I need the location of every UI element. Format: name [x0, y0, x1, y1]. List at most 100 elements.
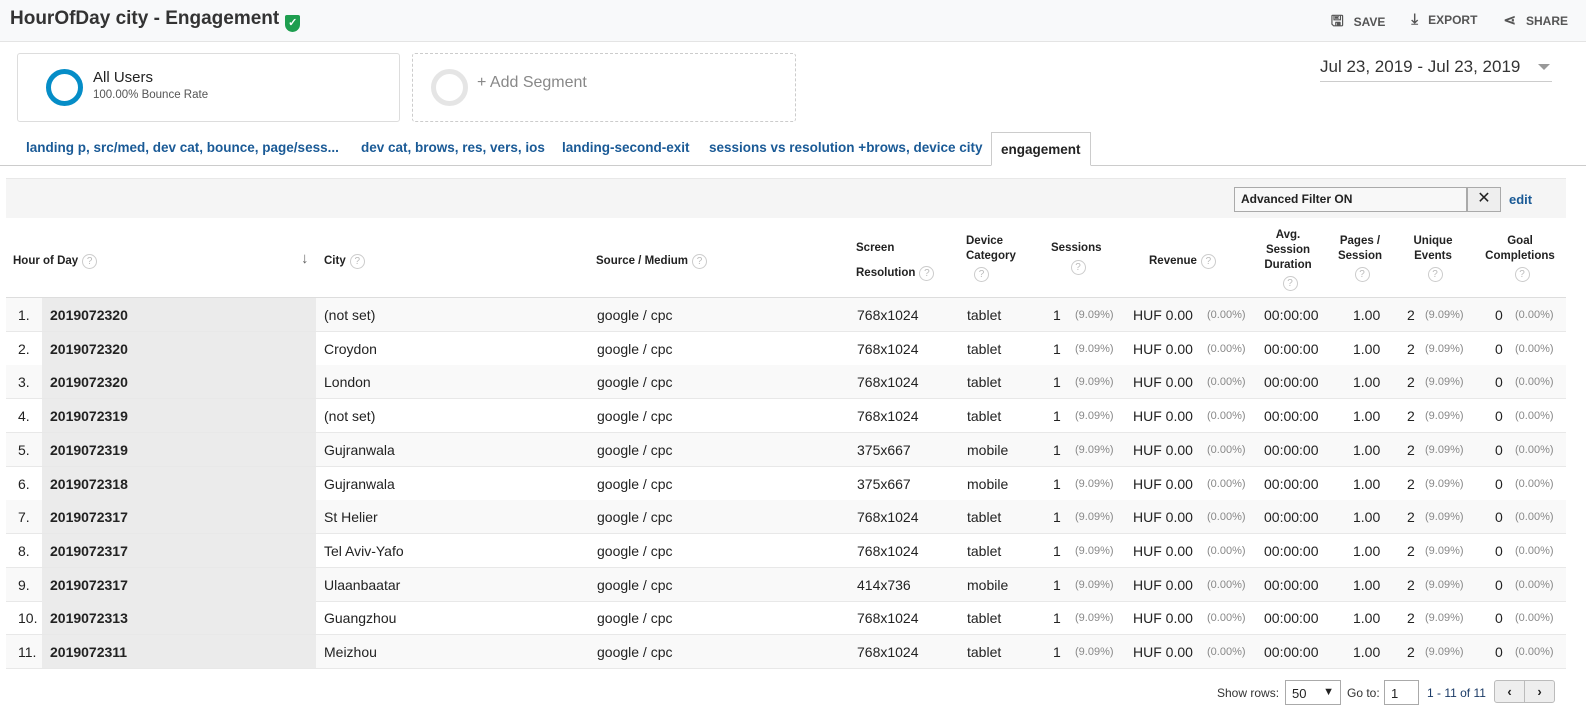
- hour-cell: 2019072317: [50, 509, 128, 526]
- advanced-filter-field[interactable]: Advanced Filter ON: [1234, 187, 1467, 212]
- city-cell[interactable]: (not set): [324, 307, 375, 323]
- revenue-pct: (0.00%): [1207, 544, 1246, 557]
- sessions-pct: (9.09%): [1075, 578, 1114, 591]
- city-cell[interactable]: Ulaanbaatar: [324, 577, 400, 593]
- show-rows-select[interactable]: 50 ▼: [1285, 680, 1341, 705]
- revenue-cell: HUF 0.00: [1133, 576, 1193, 593]
- hour-cell: 2019072319: [50, 441, 128, 458]
- show-rows-label: Show rows:: [1217, 686, 1280, 700]
- source-cell[interactable]: google / cpc: [597, 341, 673, 357]
- help-icon: ?: [1282, 276, 1298, 291]
- share-button[interactable]: ⋖ SHARE: [1503, 11, 1568, 36]
- source-cell[interactable]: google / cpc: [597, 509, 673, 525]
- unique-pct: (9.09%): [1425, 646, 1464, 658]
- city-cell[interactable]: St Helier: [324, 509, 378, 525]
- duration-cell: 00:00:00: [1264, 374, 1319, 391]
- device-cell: tablet: [967, 340, 1002, 357]
- help-icon: ?: [974, 267, 989, 282]
- download-icon: ⤓: [1411, 11, 1419, 28]
- tab-sessions-vs-resolution[interactable]: sessions vs resolution +brows, device ci…: [709, 140, 983, 155]
- source-cell[interactable]: google / cpc: [597, 476, 673, 492]
- clear-filter-button[interactable]: ✕: [1467, 187, 1501, 212]
- col-city[interactable]: City?: [324, 254, 365, 269]
- city-cell[interactable]: (not set): [324, 408, 375, 424]
- source-cell[interactable]: google / cpc: [597, 610, 673, 626]
- sessions-cell: 1: [1053, 475, 1061, 492]
- goto-page-input[interactable]: 1: [1384, 680, 1419, 705]
- city-cell[interactable]: Tel Aviv-Yafo: [324, 543, 404, 559]
- source-cell[interactable]: google / cpc: [597, 374, 673, 390]
- table-row: 2. 2019072320 Croydon google / cpc 768x1024 t…: [6, 331, 1566, 366]
- city-cell[interactable]: London: [324, 374, 371, 390]
- col-unique-events[interactable]: Unique Events?: [1408, 234, 1458, 282]
- empty-ring-icon: [431, 69, 468, 106]
- goal-pct: (0.00%): [1515, 646, 1554, 658]
- col-revenue[interactable]: Revenue?: [1149, 254, 1216, 269]
- unique-cell: 2: [1407, 542, 1415, 559]
- pages-cell: 1.00: [1353, 610, 1381, 627]
- prev-page-button[interactable]: ‹: [1495, 681, 1525, 702]
- sessions-pct: (9.09%): [1075, 410, 1114, 423]
- add-segment-button[interactable]: + Add Segment: [412, 53, 796, 122]
- col-sessions[interactable]: Sessions?: [1051, 241, 1102, 275]
- unique-cell: 2: [1407, 408, 1415, 425]
- revenue-cell: HUF 0.00: [1133, 644, 1193, 660]
- tab-dev-cat[interactable]: dev cat, brows, res, vers, ios: [361, 140, 545, 155]
- source-cell[interactable]: google / cpc: [597, 543, 673, 559]
- tab-landing[interactable]: landing p, src/med, dev cat, bounce, pag…: [26, 140, 339, 155]
- save-button[interactable]: 🖫 SAVE: [1331, 11, 1386, 36]
- duration-cell: 00:00:00: [1264, 340, 1319, 357]
- table-row: 6. 2019072318 Gujranwala google / cpc 375x66…: [6, 466, 1566, 501]
- col-screen-resolution[interactable]: Screen Resolution?: [856, 241, 935, 281]
- page-title: HourOfDay city - Engagement ✓: [10, 8, 301, 32]
- source-cell[interactable]: google / cpc: [597, 644, 673, 660]
- export-button[interactable]: ⤓ EXPORT: [1411, 11, 1477, 36]
- help-icon: ?: [919, 266, 935, 281]
- city-cell[interactable]: Croydon: [324, 341, 377, 357]
- unique-pct: (9.09%): [1425, 376, 1464, 389]
- source-cell[interactable]: google / cpc: [597, 307, 673, 323]
- sort-down-arrow-icon[interactable]: ↓: [301, 251, 309, 266]
- city-cell[interactable]: Gujranwala: [324, 476, 395, 492]
- screen-cell: 768x1024: [857, 374, 919, 391]
- date-range-picker[interactable]: Jul 23, 2019 - Jul 23, 2019: [1320, 57, 1552, 82]
- device-cell: mobile: [967, 576, 1009, 593]
- duration-cell: 00:00:00: [1264, 509, 1319, 526]
- city-cell[interactable]: Meizhou: [324, 644, 377, 660]
- city-cell[interactable]: Gujranwala: [324, 442, 395, 458]
- next-page-button[interactable]: ›: [1525, 681, 1554, 702]
- edit-filter-link[interactable]: edit: [1509, 192, 1532, 207]
- col-device-category[interactable]: Device Category?: [966, 234, 1016, 282]
- tab-landing-second-exit[interactable]: landing-second-exit: [562, 140, 690, 155]
- segment-all-users[interactable]: All Users 100.00% Bounce Rate: [17, 53, 400, 122]
- col-goal-completions[interactable]: Goal Completions?: [1478, 234, 1562, 282]
- revenue-pct: (0.00%): [1207, 578, 1246, 591]
- source-cell[interactable]: google / cpc: [597, 577, 673, 593]
- report-tabs: landing p, src/med, dev cat, bounce, pag…: [0, 132, 1586, 166]
- source-cell[interactable]: google / cpc: [597, 442, 673, 458]
- goal-pct: (0.00%): [1515, 511, 1554, 524]
- device-cell: tablet: [967, 610, 1002, 627]
- unique-pct: (9.09%): [1425, 511, 1464, 524]
- sessions-cell: 1: [1053, 441, 1061, 458]
- goal-pct: (0.00%): [1515, 544, 1554, 557]
- screen-cell: 768x1024: [857, 307, 919, 323]
- col-pages-session[interactable]: Pages / Session?: [1334, 234, 1386, 282]
- table-row: 1. 2019072320 (not set) google / cpc 768x102…: [6, 298, 1566, 332]
- col-avg-session-duration[interactable]: Avg. Session Duration?: [1258, 228, 1318, 291]
- col-source-medium[interactable]: Source / Medium?: [596, 254, 708, 269]
- city-cell[interactable]: Guangzhou: [324, 610, 396, 626]
- pages-cell: 1.00: [1353, 576, 1381, 593]
- help-icon: ?: [349, 254, 365, 269]
- unique-pct: (9.09%): [1425, 612, 1464, 625]
- table-row: 11. 2019072311 Meizhou google / cpc 768x1024…: [6, 635, 1566, 669]
- goal-cell: 0: [1495, 340, 1503, 357]
- goal-pct: (0.00%): [1515, 477, 1554, 490]
- tab-engagement[interactable]: engagement: [991, 132, 1091, 166]
- unique-cell: 2: [1407, 340, 1415, 357]
- revenue-pct: (0.00%): [1207, 646, 1246, 658]
- col-hour-of-day[interactable]: Hour of Day?: [13, 254, 98, 269]
- duration-cell: 00:00:00: [1264, 542, 1319, 559]
- duration-cell: 00:00:00: [1264, 475, 1319, 492]
- source-cell[interactable]: google / cpc: [597, 408, 673, 424]
